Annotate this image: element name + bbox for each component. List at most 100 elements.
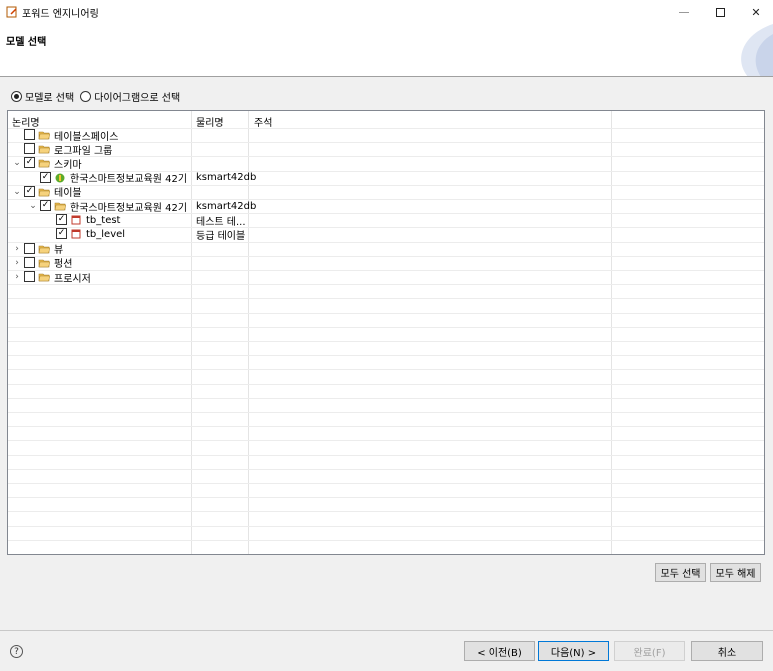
close-icon: ✕ [751, 5, 761, 19]
table-row[interactable]: ⌄ ✓ 테이블 [8, 185, 764, 199]
folder-icon [38, 185, 52, 199]
row-divider [8, 355, 764, 357]
logical-name-cell: tb_level [86, 228, 126, 240]
logical-name-cell: 한국스마트정보교육원 42기 [70, 202, 188, 214]
table-row[interactable]: ⌄ ✓ 한국스마트정보교육원 42기 ksmart42db [8, 199, 764, 214]
table-row[interactable]: ✓ tb_test 테스트 테... [8, 213, 764, 228]
table-row[interactable]: 테이블스페이스 [8, 128, 764, 143]
row-checkbox[interactable] [24, 271, 35, 282]
row-divider [8, 369, 764, 371]
row-checkbox[interactable]: ✓ [40, 171, 51, 183]
row-divider [8, 412, 764, 413]
table-header: 논리명 물리명 주석 [8, 111, 764, 129]
row-divider [8, 483, 764, 484]
logical-name-cell: tb_test [86, 214, 121, 226]
wizard-header: 모델 선택 [0, 24, 773, 77]
chevron-down-icon[interactable]: ⌄ [12, 185, 22, 199]
row-checkbox[interactable] [24, 242, 35, 254]
chevron-right-icon[interactable]: › [12, 256, 22, 270]
folder-icon [38, 256, 52, 270]
maximize-icon [715, 7, 725, 17]
finish-button[interactable]: 완료(F) [614, 641, 685, 661]
select-all-button[interactable]: 모두 선택 [655, 563, 706, 582]
maximize-button[interactable] [702, 0, 738, 24]
table-row[interactable]: › 뷰 [8, 242, 764, 256]
expander-placeholder [28, 171, 38, 185]
help-icon[interactable]: ? [10, 645, 23, 658]
physical-name-cell: 테스트 테... [196, 216, 246, 228]
logical-name-cell: 펑션 [54, 259, 73, 271]
radio-label-diagram[interactable]: 다이어그램으로 선택 [94, 89, 180, 104]
row-checkbox[interactable]: ✓ [24, 157, 35, 169]
column-header-comment[interactable]: 주석 [254, 114, 272, 129]
title-bar: 포워드 엔지니어링 ✕ [0, 0, 773, 24]
radio-dot-icon [14, 94, 19, 99]
folder-icon [38, 270, 52, 284]
model-tree-table[interactable]: 논리명 물리명 주석 테이블스페이스 로그파일 그룹 ⌄ ✓ 스키마 ✓ 한국스마트정보교육… [7, 110, 765, 555]
logical-name-cell: 한국스마트정보교육원 42기 [70, 174, 188, 186]
radio-label-model[interactable]: 모델로 선택 [25, 89, 74, 104]
physical-name-cell: ksmart42db [196, 200, 257, 212]
folder-icon [54, 199, 68, 213]
physical-name-cell: ksmart42db [196, 172, 257, 184]
expander-placeholder [44, 227, 54, 241]
cancel-button[interactable]: 취소 [691, 641, 763, 661]
row-divider [8, 426, 764, 428]
row-checkbox[interactable] [24, 256, 35, 268]
logical-name-cell: 테이블 [54, 188, 82, 200]
row-divider [8, 341, 764, 342]
row-divider [8, 497, 764, 499]
row-divider [8, 298, 764, 300]
folder-icon [38, 156, 52, 170]
window-title: 포워드 엔지니어링 [22, 9, 99, 20]
row-checkbox[interactable]: ✓ [56, 228, 67, 240]
app-icon [6, 6, 17, 18]
row-divider [8, 440, 764, 442]
row-divider [8, 397, 764, 399]
back-button[interactable]: < 이전(B) [464, 641, 535, 661]
table-row[interactable]: ✓ 한국스마트정보교육원 42기 ksmart42db [8, 171, 764, 185]
row-checkbox[interactable] [24, 129, 35, 140]
close-button[interactable]: ✕ [738, 0, 773, 24]
table-row[interactable]: › 펑션 [8, 256, 764, 270]
folder-icon [38, 128, 52, 142]
table-row[interactable]: ⌄ ✓ 스키마 [8, 156, 764, 171]
row-checkbox[interactable]: ✓ [24, 185, 35, 197]
column-header-physical[interactable]: 물리명 [196, 114, 224, 129]
row-divider [8, 312, 764, 314]
logical-name-cell: 뷰 [54, 245, 64, 257]
column-header-logical[interactable]: 논리명 [12, 114, 40, 129]
row-divider [8, 326, 764, 328]
expander-placeholder [12, 128, 22, 142]
row-divider [8, 525, 764, 527]
folder-icon [38, 142, 52, 156]
radio-select-by-model[interactable] [11, 91, 22, 102]
chevron-down-icon[interactable]: ⌄ [12, 156, 22, 170]
row-checkbox[interactable]: ✓ [56, 214, 67, 226]
minimize-button[interactable] [666, 0, 702, 24]
expander-placeholder [44, 213, 54, 227]
row-divider [8, 454, 764, 456]
table-row[interactable]: 로그파일 그룹 [8, 142, 764, 157]
logical-name-cell: 테이블스페이스 [54, 131, 119, 143]
page-title: 모델 선택 [6, 37, 47, 48]
chevron-down-icon[interactable]: ⌄ [28, 199, 38, 213]
table-row[interactable]: ✓ tb_level 등급 테이블 [8, 227, 764, 242]
footer-divider [0, 630, 773, 631]
radio-select-by-diagram[interactable] [80, 91, 92, 102]
chevron-right-icon[interactable]: › [12, 270, 22, 284]
logical-name-cell: 스키마 [54, 159, 82, 171]
folder-icon [38, 242, 52, 256]
row-divider [8, 539, 764, 541]
deselect-all-button[interactable]: 모두 해제 [710, 563, 761, 582]
row-divider [8, 383, 764, 385]
row-checkbox[interactable] [24, 143, 35, 155]
table-icon [70, 227, 84, 241]
minimize-icon [679, 11, 689, 13]
chevron-right-icon[interactable]: › [12, 242, 22, 256]
row-checkbox[interactable]: ✓ [40, 200, 51, 211]
table-icon [70, 213, 84, 227]
next-button[interactable]: 다음(N) > [538, 641, 609, 661]
row-divider [8, 284, 764, 286]
table-row[interactable]: › 프로시저 [8, 270, 764, 285]
